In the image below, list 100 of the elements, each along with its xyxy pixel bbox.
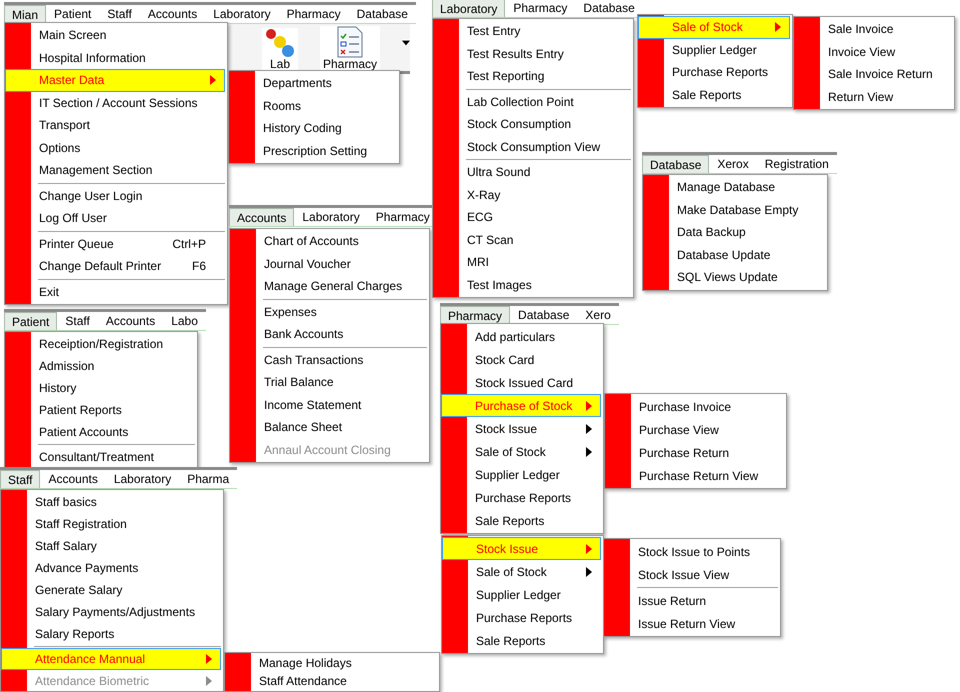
menu-item[interactable]: Stock Issued Card	[467, 371, 601, 394]
menu-item[interactable]: Purchase Reports	[468, 606, 601, 629]
menu-bar-tab[interactable]: Database	[642, 155, 710, 173]
menu-item[interactable]: Supplier Ledger	[468, 583, 601, 606]
menu-item[interactable]: Test Images	[459, 274, 631, 296]
menu-item[interactable]: Staff basics	[27, 491, 221, 513]
menu-item[interactable]: Trial Balance	[256, 371, 427, 394]
menu-bar-tab[interactable]: Staff	[99, 5, 140, 23]
menu-item[interactable]: Options	[31, 136, 225, 159]
menu-item[interactable]: Sale of Stock	[467, 440, 601, 463]
menu-bar-tab[interactable]: Staff	[57, 312, 98, 330]
menu-item[interactable]: Admission	[31, 355, 195, 377]
menu-item[interactable]: Stock Issue	[442, 537, 601, 560]
menu-bar-tab[interactable]: Xerox	[709, 155, 757, 173]
menu-item[interactable]: Sale Reports	[664, 84, 790, 106]
menu-item[interactable]: History	[31, 377, 195, 399]
menu-item[interactable]: Sale Invoice Return	[820, 63, 952, 86]
menu-bar-tab[interactable]: Mian	[4, 5, 46, 23]
menu-item[interactable]: Prescription Setting	[255, 140, 397, 162]
menu-item[interactable]: Salary Reports	[27, 623, 221, 645]
menu-item[interactable]: Receiption/Registration	[31, 333, 195, 355]
menu-item[interactable]: Generate Salary	[27, 579, 221, 601]
menu-item[interactable]: Patient Reports	[31, 399, 195, 421]
menu-item[interactable]: Attendance Mannual	[1, 648, 221, 670]
menu-item[interactable]: Consultant/Treatment	[31, 446, 195, 467]
menu-bar-tab[interactable]: Staff	[0, 470, 40, 488]
menu-item[interactable]: Bank Accounts	[256, 323, 427, 346]
menu-item[interactable]: MRI	[459, 251, 631, 274]
menu-item[interactable]: Purchase Reports	[664, 61, 790, 84]
dropdown-caret-icon[interactable]	[402, 40, 410, 46]
menu-bar-tab[interactable]: Laboratory	[106, 470, 180, 488]
menu-bar-tab[interactable]: Accounts	[98, 312, 164, 330]
menu-item[interactable]: SQL Views Update	[669, 266, 825, 288]
menu-item[interactable]: Exit	[31, 280, 225, 303]
menu-item[interactable]: Database Update	[669, 244, 825, 266]
menu-item[interactable]: Test Results Entry	[459, 42, 631, 65]
menu-item[interactable]: Stock Card	[467, 348, 601, 371]
menu-bar-tab[interactable]: Database	[575, 0, 643, 17]
menu-item[interactable]: Sale Invoice	[820, 18, 952, 40]
menu-bar-tab[interactable]: Laboratory	[432, 0, 506, 17]
menu-item[interactable]: Issue Return	[630, 589, 778, 612]
menu-bar-tab[interactable]: Accounts	[229, 208, 294, 226]
menu-item[interactable]: X-Ray	[459, 184, 631, 206]
menu-item[interactable]: Rooms	[255, 94, 397, 117]
menu-item[interactable]: Salary Payments/Adjustments	[27, 601, 221, 623]
menu-item[interactable]: Expenses	[256, 300, 427, 323]
menu-item[interactable]: Test Entry	[459, 20, 631, 42]
menu-item[interactable]: Chart of Accounts	[256, 230, 427, 252]
menu-item[interactable]: Sale Reports	[467, 509, 601, 532]
menu-item[interactable]: Purchase Invoice	[631, 395, 784, 418]
menu-item[interactable]: Stock Issue	[467, 417, 601, 440]
menu-item[interactable]: Hospital Information	[31, 46, 225, 69]
menu-item[interactable]: Supplier Ledger	[664, 38, 790, 61]
menu-bar-tab[interactable]: Pharmacy	[278, 5, 349, 23]
menu-item[interactable]: Management Section	[31, 159, 225, 182]
menu-bar-tab[interactable]: Pharmacy	[505, 0, 576, 17]
menu-item[interactable]: Journal Voucher	[256, 252, 427, 275]
menu-item[interactable]: Return View	[820, 86, 952, 108]
menu-item[interactable]: Stock Issue View	[630, 563, 778, 586]
menu-item[interactable]: Staff Registration	[27, 513, 221, 535]
menu-item[interactable]: History Coding	[255, 117, 397, 140]
menu-item[interactable]: Manage Database	[669, 176, 825, 198]
menu-item[interactable]: Patient Accounts	[31, 421, 195, 443]
menu-item[interactable]: ECG	[459, 206, 631, 228]
menu-item[interactable]: Stock Consumption	[459, 113, 631, 136]
menu-item[interactable]: Log Off User	[31, 207, 225, 230]
menu-item[interactable]: Purchase Reports	[467, 486, 601, 509]
menu-bar-tab[interactable]: Registration	[756, 155, 837, 173]
menu-item[interactable]: Purchase of Stock	[441, 394, 601, 417]
menu-item[interactable]: Make Database Empty	[669, 198, 825, 221]
menu-bar-tab[interactable]: Patient	[46, 5, 100, 23]
menu-item[interactable]: Test Reporting	[459, 65, 631, 88]
menu-bar-tab[interactable]: Labo	[163, 312, 206, 330]
menu-bar-tab[interactable]: Laboratory	[294, 208, 368, 226]
menu-item[interactable]: Supplier Ledger	[467, 463, 601, 486]
menu-item[interactable]: Stock Issue to Points	[630, 540, 778, 563]
menu-item[interactable]: Departments	[255, 72, 397, 94]
menu-item[interactable]: Data Backup	[669, 221, 825, 244]
menu-item[interactable]: Change User Login	[31, 184, 225, 207]
menu-item[interactable]: Lab Collection Point	[459, 90, 631, 113]
menu-item[interactable]: IT Section / Account Sessions	[31, 92, 225, 114]
menu-item[interactable]: Invoice View	[820, 40, 952, 63]
menu-item[interactable]: Sale of Stock	[468, 560, 601, 583]
menu-item[interactable]: Staff Attendance	[251, 672, 437, 690]
menu-bar-tab[interactable]: Xero	[577, 306, 619, 324]
menu-item[interactable]: Transport	[31, 114, 225, 136]
menu-bar-tab[interactable]: Database	[510, 306, 578, 324]
toolbar-button[interactable]: Lab	[262, 28, 298, 70]
menu-item[interactable]: Income Statement	[256, 394, 427, 416]
menu-item[interactable]: Change Default Printer F6	[31, 255, 225, 278]
menu-bar-tab[interactable]: Patient	[4, 312, 58, 330]
menu-item[interactable]: Manage Holidays	[251, 654, 437, 672]
menu-item[interactable]: Main Screen	[31, 24, 225, 46]
menu-item[interactable]: Printer Queue Ctrl+P	[31, 232, 225, 255]
toolbar-button[interactable]: Pharmacy	[320, 26, 380, 70]
menu-item[interactable]: Manage General Charges	[256, 275, 427, 298]
menu-item[interactable]: Advance Payments	[27, 557, 221, 579]
menu-item[interactable]: Balance Sheet	[256, 416, 427, 438]
menu-item[interactable]: Sale of Stock	[638, 16, 790, 38]
menu-item[interactable]: Stock Consumption View	[459, 136, 631, 158]
